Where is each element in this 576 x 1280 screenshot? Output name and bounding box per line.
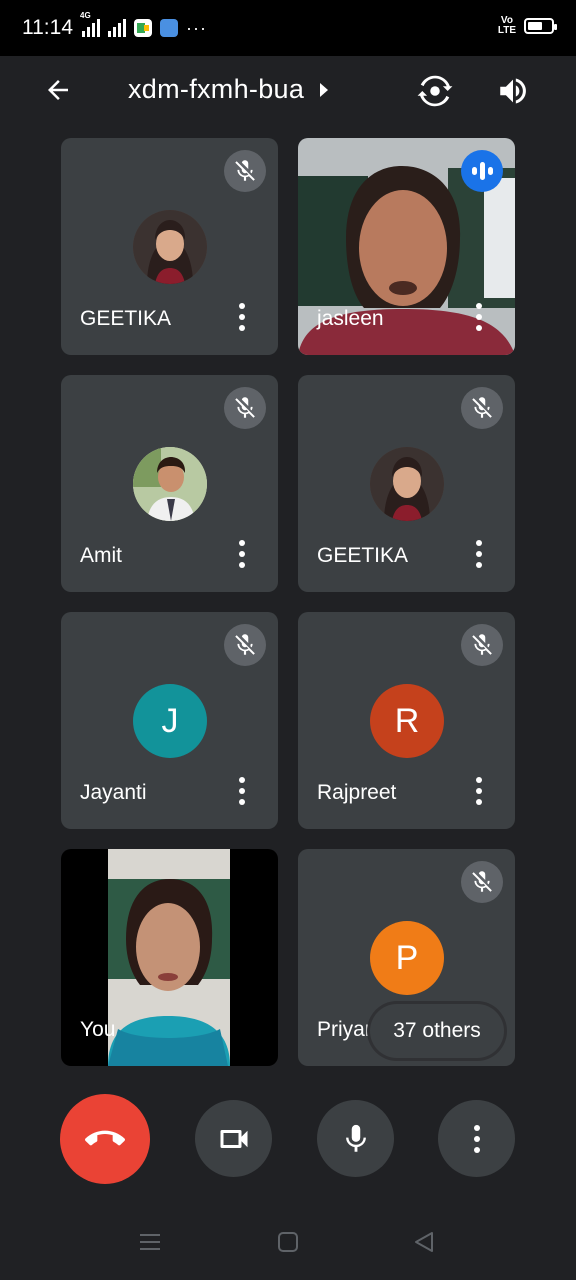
meeting-code: xdm-fxmh-bua bbox=[128, 74, 305, 104]
battery-level bbox=[528, 22, 543, 30]
participant-options-button[interactable] bbox=[469, 303, 489, 331]
back-icon bbox=[415, 1232, 433, 1252]
mic-off-icon bbox=[472, 634, 492, 655]
camera-toggle-button[interactable] bbox=[195, 1100, 272, 1177]
participant-name: GEETIKA bbox=[317, 544, 409, 567]
participant-name: Rajpreet bbox=[317, 781, 397, 804]
avatar bbox=[370, 447, 444, 521]
switch-camera-icon bbox=[417, 75, 453, 107]
participant-name: Amit bbox=[80, 544, 122, 567]
microphone-icon bbox=[345, 1124, 366, 1152]
muted-indicator bbox=[224, 624, 266, 666]
status-right: Vo LTE bbox=[497, 15, 557, 36]
participant-options-button[interactable] bbox=[469, 777, 489, 805]
mic-off-icon bbox=[235, 397, 255, 418]
participant-options-button[interactable] bbox=[232, 540, 252, 568]
participant-tile[interactable]: Amit bbox=[61, 375, 278, 592]
network-label: 4G bbox=[80, 11, 91, 20]
recent-apps-button[interactable] bbox=[130, 1222, 170, 1262]
participant-tile[interactable]: GEETIKA bbox=[298, 375, 515, 592]
end-call-icon bbox=[85, 1130, 125, 1146]
muted-indicator bbox=[224, 387, 266, 429]
avatar-initial: P bbox=[370, 921, 444, 995]
muted-indicator bbox=[224, 150, 266, 192]
more-options-icon bbox=[467, 1124, 487, 1153]
avatar bbox=[133, 447, 207, 521]
participant-tile[interactable]: J Jayanti bbox=[61, 612, 278, 829]
signal-icon bbox=[108, 19, 126, 37]
chevron-right-icon bbox=[320, 82, 329, 97]
participant-name: Jayanti bbox=[80, 781, 147, 804]
switch-camera-button[interactable] bbox=[414, 70, 456, 112]
mic-off-icon bbox=[235, 634, 255, 655]
status-time: 11:14 bbox=[22, 16, 73, 39]
participant-tile[interactable]: R Rajpreet bbox=[298, 612, 515, 829]
mic-off-icon bbox=[235, 160, 255, 181]
profile-photo bbox=[133, 447, 207, 521]
speaker-button[interactable] bbox=[492, 70, 534, 112]
participant-options-button[interactable] bbox=[469, 540, 489, 568]
participant-tile[interactable]: jasleen bbox=[298, 138, 515, 355]
status-bar: 11:14 4G ··· Vo LTE bbox=[0, 0, 576, 56]
speaker-icon bbox=[500, 78, 526, 104]
meeting-header: xdm-fxmh-bua bbox=[0, 56, 576, 126]
speaking-indicator bbox=[461, 150, 503, 192]
home-button[interactable] bbox=[268, 1222, 308, 1262]
back-arrow-icon bbox=[48, 80, 68, 100]
participant-name: Priyan bbox=[317, 1018, 377, 1041]
others-count-button[interactable]: 37 others bbox=[370, 1004, 504, 1058]
video-camera-icon bbox=[220, 1129, 247, 1148]
avatar-initial: R bbox=[370, 684, 444, 758]
profile-photo bbox=[133, 210, 207, 284]
muted-indicator bbox=[461, 387, 503, 429]
call-controls bbox=[0, 1090, 576, 1190]
muted-indicator bbox=[461, 861, 503, 903]
self-view-tile[interactable]: You bbox=[61, 849, 278, 1066]
participant-tile[interactable]: GEETIKA bbox=[61, 138, 278, 355]
participant-name: jasleen bbox=[317, 307, 384, 330]
muted-indicator bbox=[461, 624, 503, 666]
self-video bbox=[108, 849, 230, 1066]
battery-icon bbox=[524, 18, 557, 34]
recent-apps-icon bbox=[140, 1234, 160, 1250]
microphone-toggle-button[interactable] bbox=[317, 1100, 394, 1177]
participant-name: GEETIKA bbox=[80, 307, 172, 330]
participant-name: You bbox=[80, 1018, 116, 1041]
end-call-button[interactable] bbox=[60, 1094, 150, 1184]
avatar-initial: J bbox=[133, 684, 207, 758]
signal-4g-icon: 4G bbox=[80, 11, 100, 37]
volte-icon: Vo LTE bbox=[497, 15, 516, 36]
more-notifications-icon: ··· bbox=[186, 17, 207, 38]
back-nav-button[interactable] bbox=[404, 1222, 444, 1262]
home-icon bbox=[278, 1232, 298, 1252]
participant-options-button[interactable] bbox=[232, 303, 252, 331]
profile-photo bbox=[370, 447, 444, 521]
avatar bbox=[133, 210, 207, 284]
mic-off-icon bbox=[472, 871, 492, 892]
participant-options-button[interactable] bbox=[232, 777, 252, 805]
system-nav-bar bbox=[0, 1196, 576, 1280]
back-button[interactable] bbox=[38, 70, 78, 110]
meeting-title-button[interactable]: xdm-fxmh-bua bbox=[128, 74, 330, 105]
status-icons: 4G ··· bbox=[80, 11, 207, 40]
meet-app-icon bbox=[134, 19, 152, 37]
mic-off-icon bbox=[472, 397, 492, 418]
more-options-button[interactable] bbox=[438, 1100, 515, 1177]
app-notification-icon bbox=[160, 19, 178, 37]
